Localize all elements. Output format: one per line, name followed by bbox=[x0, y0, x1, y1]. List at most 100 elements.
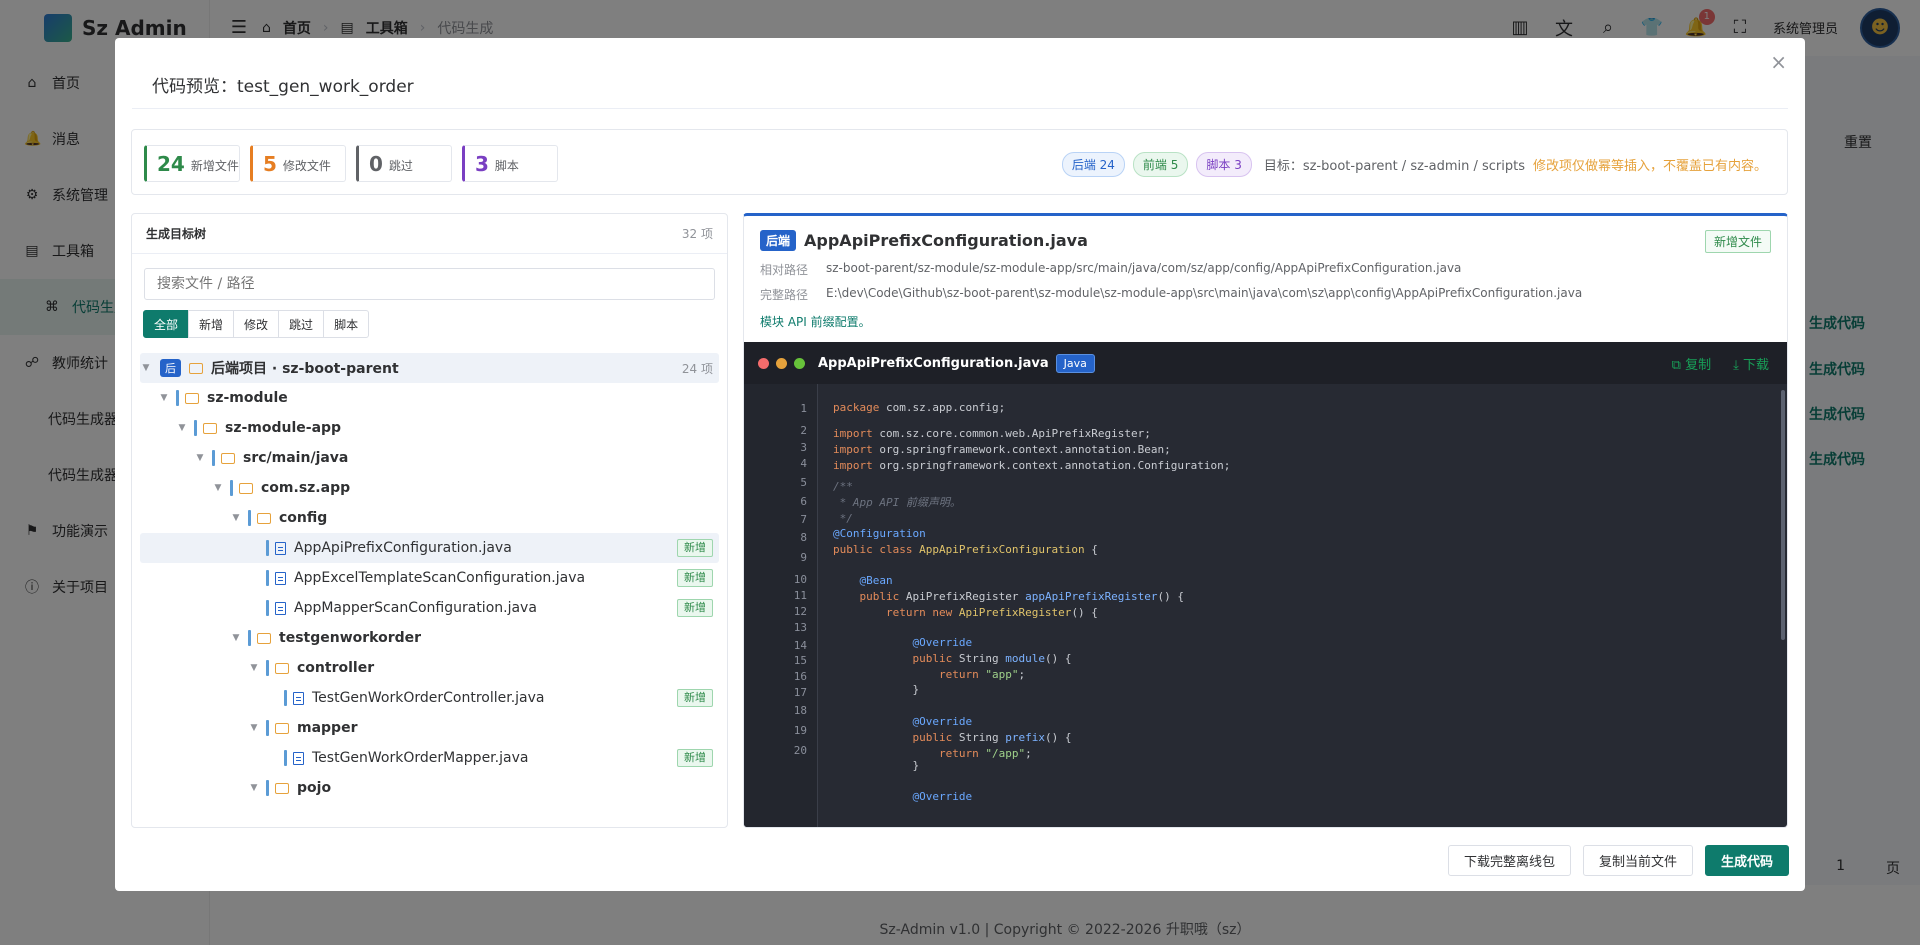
tree-root-node[interactable]: ▼ 后 后端项目 · sz-boot-parent 24 项 bbox=[140, 353, 719, 383]
code-toolbar: AppApiPrefixConfiguration.java Java ⧉ 复制… bbox=[744, 342, 1787, 384]
line-number: 17 bbox=[793, 686, 807, 699]
tree-node-label: TestGenWorkOrderController.java bbox=[312, 690, 545, 706]
tree-folder-node[interactable]: ▼ pojo bbox=[140, 773, 719, 803]
folder-icon bbox=[203, 422, 217, 434]
caret-down-icon[interactable]: ▼ bbox=[248, 663, 260, 673]
caret-down-icon[interactable]: ▼ bbox=[230, 513, 242, 523]
tree-node-label: sz-module bbox=[207, 390, 288, 406]
code-line: @Override bbox=[912, 636, 973, 649]
file-icon bbox=[275, 541, 286, 555]
absolute-path-row: 完整路径 E:\dev\Code\Github\sz-boot-parent\s… bbox=[760, 286, 1771, 303]
filter-button[interactable]: 新增 bbox=[188, 310, 235, 338]
file-icon bbox=[293, 751, 304, 765]
caret-down-icon[interactable]: ▼ bbox=[248, 723, 260, 733]
tree-folder-node[interactable]: ▼ sz-module-app bbox=[140, 413, 719, 443]
line-number: 5 bbox=[800, 476, 807, 489]
tree-node-label: AppExcelTemplateScanConfiguration.java bbox=[294, 570, 586, 586]
tree-file-node[interactable]: TestGenWorkOrderController.java 新增 bbox=[140, 683, 719, 713]
download-icon: ⤓ bbox=[1733, 358, 1743, 373]
folder-icon bbox=[275, 662, 289, 674]
caret-down-icon[interactable]: ▼ bbox=[248, 783, 260, 793]
language-badge: Java bbox=[1055, 353, 1095, 373]
folder-icon bbox=[185, 392, 199, 404]
tree-folder-node[interactable]: ▼ mapper bbox=[140, 713, 719, 743]
tree-node-label: src/main/java bbox=[243, 450, 349, 466]
stat-label: 修改文件 bbox=[282, 159, 331, 173]
preview-header: 后端 AppApiPrefixConfiguration.java 新增文件 相… bbox=[744, 216, 1787, 342]
tree-folder-node[interactable]: ▼ sz-module bbox=[140, 383, 719, 413]
code-line: import org.springframework.context.annot… bbox=[833, 459, 1231, 472]
folder-icon bbox=[189, 362, 203, 374]
dialog-divider bbox=[132, 108, 1788, 109]
folder-icon bbox=[239, 482, 253, 494]
copy-code-button[interactable]: ⧉ 复制 bbox=[1672, 354, 1711, 373]
tree-folder-node[interactable]: ▼ src/main/java bbox=[140, 443, 719, 473]
file-icon bbox=[275, 571, 286, 585]
line-number: 14 bbox=[793, 639, 807, 652]
code-line: public class AppApiPrefixConfiguration { bbox=[833, 543, 1098, 556]
tree-folder-node[interactable]: ▼ com.sz.app bbox=[140, 473, 719, 503]
download-code-button[interactable]: ⤓ 下载 bbox=[1733, 354, 1769, 373]
caret-down-icon[interactable]: ▼ bbox=[194, 453, 206, 463]
copy-label: 复制 bbox=[1685, 358, 1712, 373]
code-scrollbar[interactable] bbox=[1781, 390, 1785, 640]
tree-guide-line bbox=[266, 570, 269, 586]
tree-guide-line bbox=[194, 420, 197, 436]
caret-down-icon[interactable]: ▼ bbox=[230, 633, 242, 643]
stat-label: 脚本 bbox=[494, 159, 519, 173]
tree-guide-line bbox=[266, 720, 269, 736]
tree-guide-line bbox=[284, 750, 287, 766]
file-preview-panel: 后端 AppApiPrefixConfiguration.java 新增文件 相… bbox=[743, 213, 1788, 828]
code-line: */ bbox=[833, 512, 853, 525]
tree-file-node[interactable]: AppApiPrefixConfiguration.java 新增 bbox=[140, 533, 719, 563]
tree-node-label: sz-module-app bbox=[225, 420, 342, 436]
filter-button[interactable]: 修改 bbox=[233, 310, 280, 338]
caret-down-icon[interactable]: ▼ bbox=[140, 363, 152, 373]
tree-node-label: controller bbox=[297, 660, 375, 676]
stat-number: 5 bbox=[263, 151, 277, 176]
tree-file-node[interactable]: TestGenWorkOrderMapper.java 新增 bbox=[140, 743, 719, 773]
filter-button[interactable]: 脚本 bbox=[323, 310, 370, 338]
folder-icon bbox=[257, 512, 271, 524]
folder-icon bbox=[275, 782, 289, 794]
caret-down-icon[interactable]: ▼ bbox=[176, 423, 188, 433]
tree-folder-node[interactable]: ▼ config bbox=[140, 503, 719, 533]
tree-node-label: AppApiPrefixConfiguration.java bbox=[294, 540, 512, 556]
line-number: 12 bbox=[793, 605, 807, 618]
caret-down-icon[interactable]: ▼ bbox=[158, 393, 170, 403]
caret-down-icon[interactable]: ▼ bbox=[212, 483, 224, 493]
line-number: 6 bbox=[800, 495, 807, 508]
file-tree: ▼ 后 后端项目 · sz-boot-parent 24 项 ▼ sz-modul… bbox=[140, 353, 719, 803]
backend-count-pill: 后端 24 bbox=[1061, 152, 1125, 177]
line-number: 19 bbox=[793, 724, 807, 737]
summary-tags: 后端 24 前端 5 脚本 3 目标：sz-boot-parent / sz-a… bbox=[1061, 152, 1767, 177]
preview-status-tag: 新增文件 bbox=[1704, 230, 1771, 253]
tree-file-node[interactable]: AppExcelTemplateScanConfiguration.java 新增 bbox=[140, 563, 719, 593]
tree-guide-line bbox=[230, 480, 233, 496]
window-dot-red bbox=[758, 357, 769, 369]
copy-current-file-button[interactable]: 复制当前文件 bbox=[1582, 845, 1693, 876]
line-number: 11 bbox=[793, 589, 807, 602]
tree-file-node[interactable]: AppMapperScanConfiguration.java 新增 bbox=[140, 593, 719, 623]
line-number: 7 bbox=[800, 513, 807, 526]
folder-icon bbox=[257, 632, 271, 644]
stat-card: 24 新增文件 bbox=[144, 145, 240, 182]
code-line: public ApiPrefixRegister appApiPrefixReg… bbox=[859, 590, 1185, 603]
generate-code-button[interactable]: 生成代码 bbox=[1704, 845, 1789, 876]
warning-text: 修改项仅做幂等插入，不覆盖已有内容。 bbox=[1532, 159, 1767, 174]
stat-label: 跳过 bbox=[388, 159, 413, 173]
line-number: 3 bbox=[800, 441, 807, 454]
line-number: 20 bbox=[793, 744, 807, 757]
tree-search-input[interactable] bbox=[144, 268, 715, 300]
tree-folder-node[interactable]: ▼ controller bbox=[140, 653, 719, 683]
tree-folder-node[interactable]: ▼ testgenworkorder bbox=[140, 623, 719, 653]
status-badge: 新增 bbox=[677, 569, 713, 587]
tree-node-label: config bbox=[279, 510, 328, 526]
filter-button[interactable]: 跳过 bbox=[278, 310, 325, 338]
download-package-button[interactable]: 下载完整离线包 bbox=[1447, 845, 1571, 876]
filter-button[interactable]: 全部 bbox=[143, 310, 190, 338]
status-badge: 新增 bbox=[677, 689, 713, 707]
close-icon[interactable]: × bbox=[1770, 50, 1787, 74]
code-line: import org.springframework.context.annot… bbox=[833, 443, 1171, 456]
absolute-path-value: E:\dev\Code\Github\sz-boot-parent\sz-mod… bbox=[826, 286, 1583, 300]
